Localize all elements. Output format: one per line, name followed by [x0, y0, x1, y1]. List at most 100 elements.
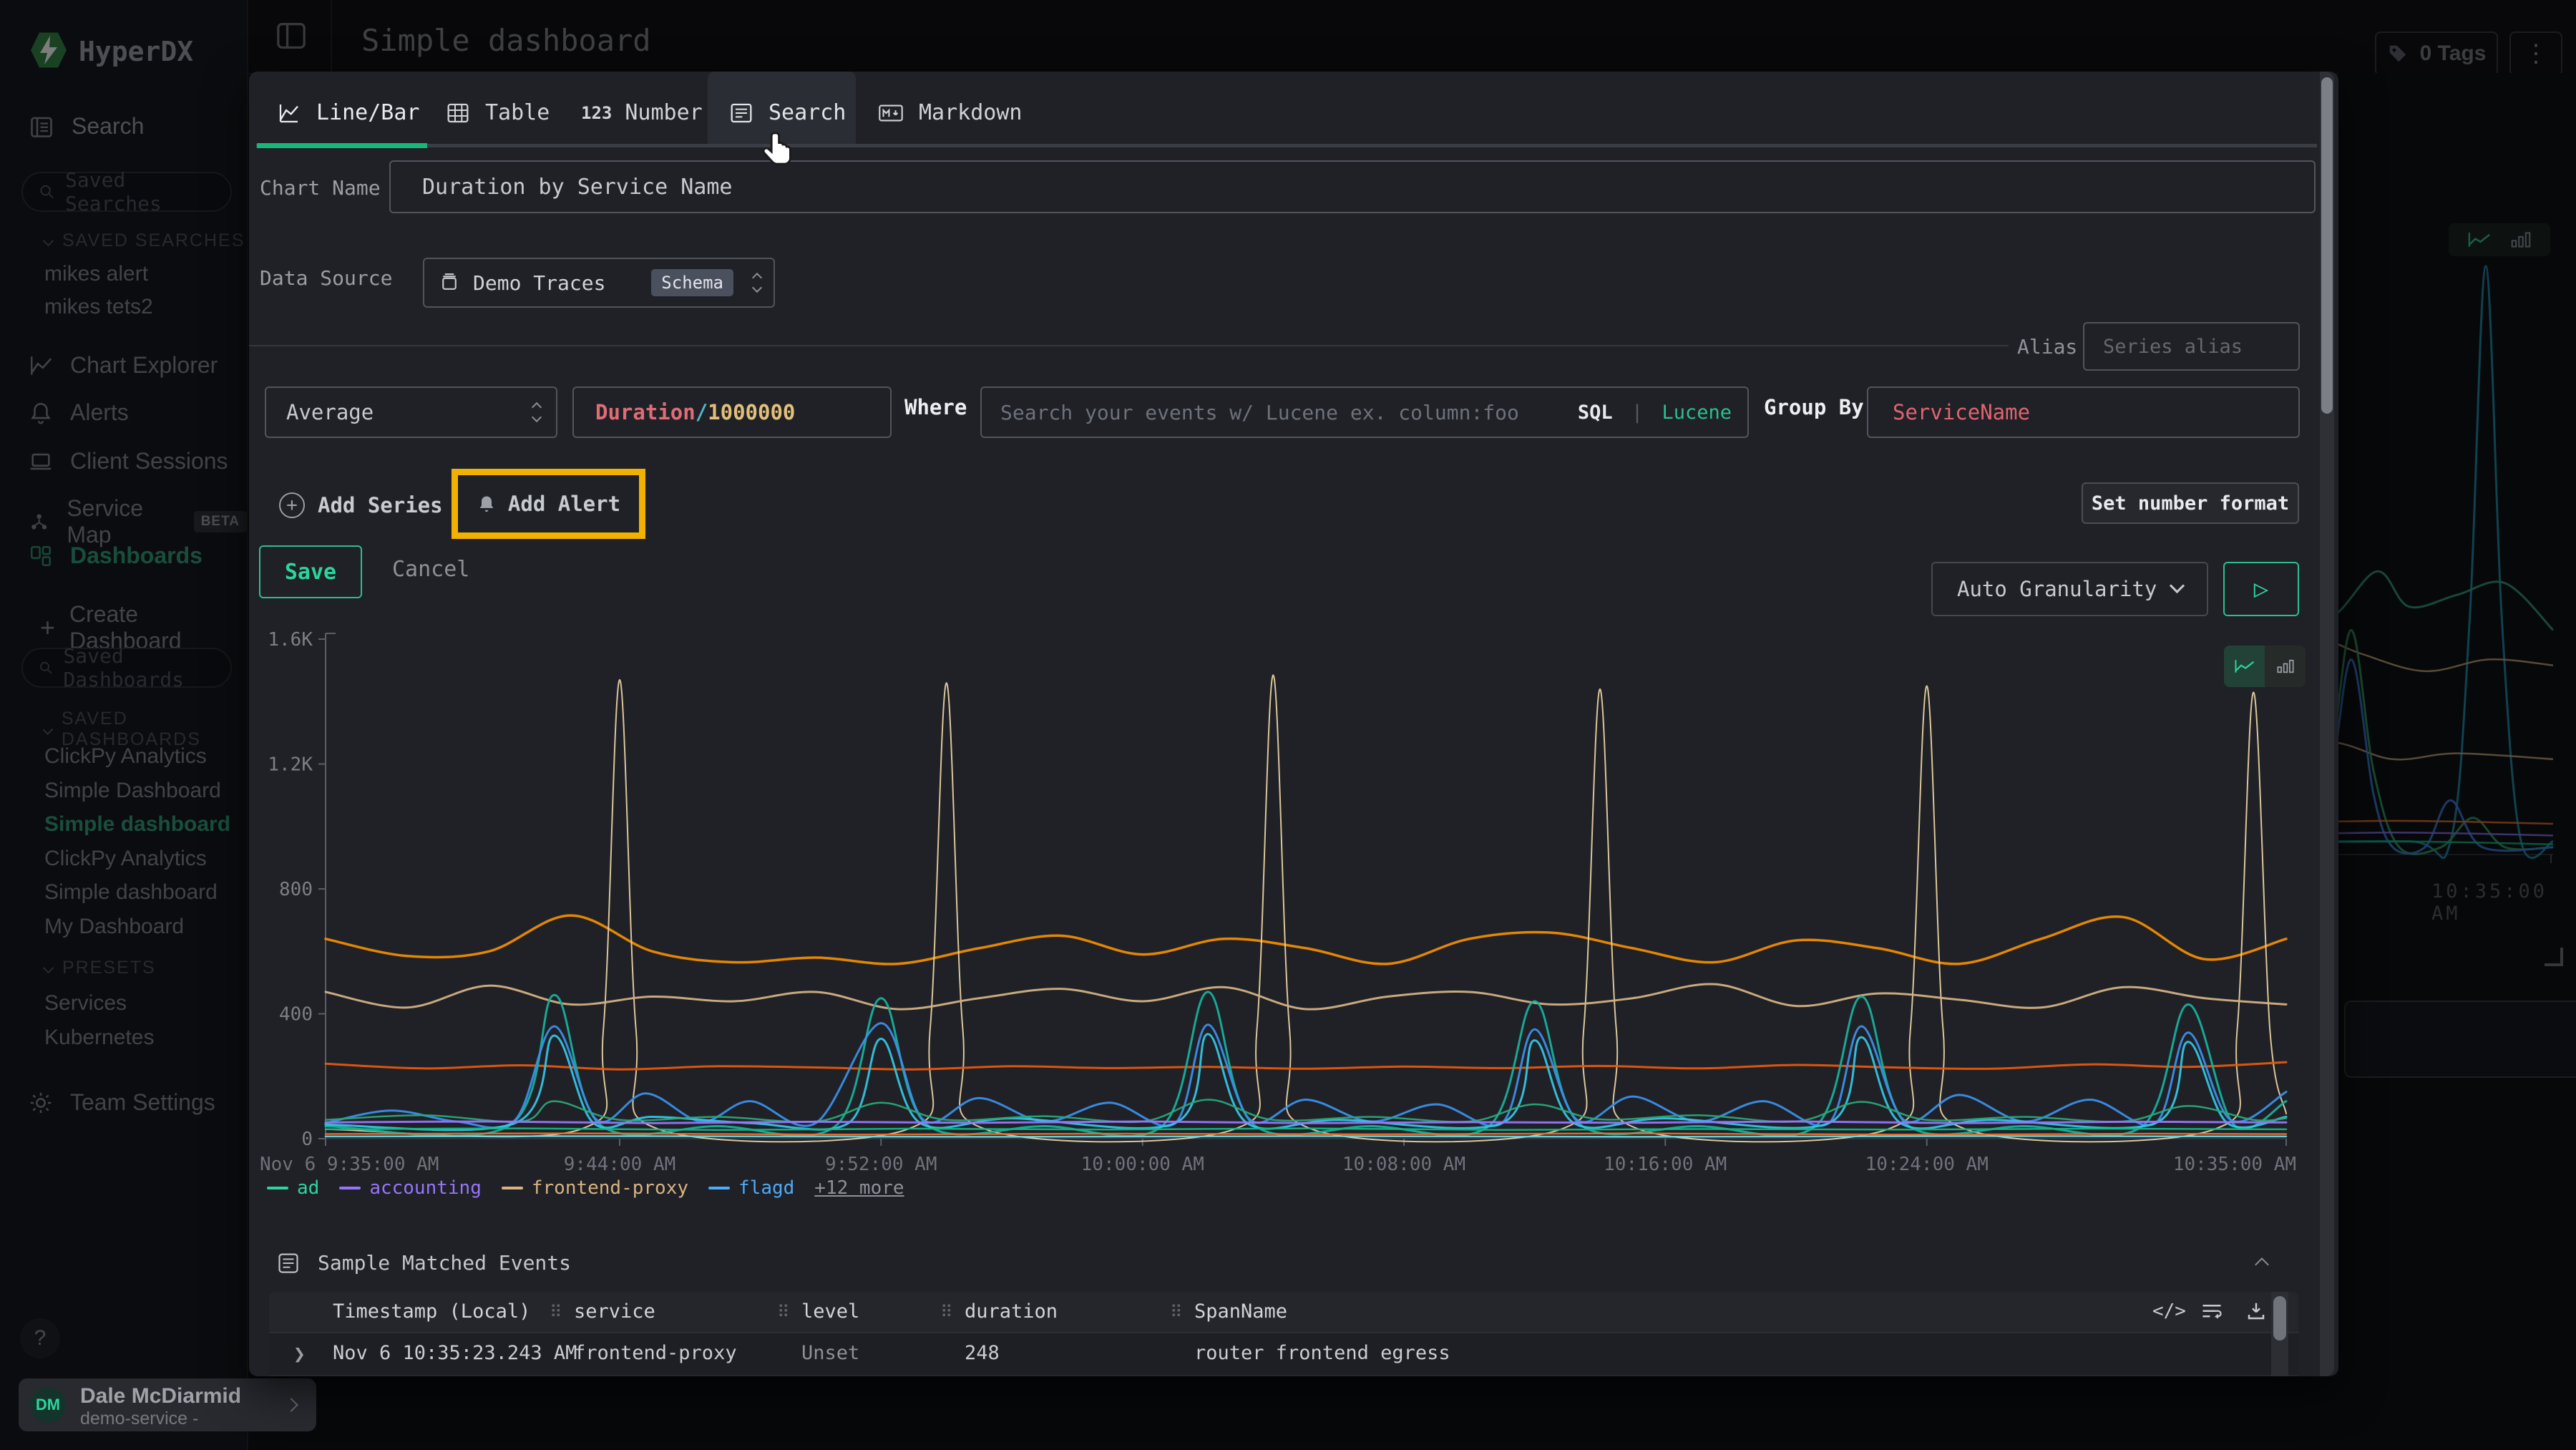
tabs-underline	[256, 144, 2317, 147]
column-drag-icon[interactable]: ⠿	[1170, 1302, 1183, 1322]
tab-table[interactable]: Table	[447, 100, 550, 125]
select-updown-icon	[753, 274, 761, 291]
chevron-down-icon	[2170, 578, 2185, 593]
metric-expression-input[interactable]: Duration/1000000	[572, 386, 892, 438]
chart-legend: ad accounting frontend-proxy flagd +12 more	[267, 1177, 904, 1199]
events-table: Timestamp (Local) ⠿ service ⠿ level ⠿ duration…	[269, 1292, 2298, 1376]
granularity-select[interactable]: Auto Granularity	[1931, 562, 2208, 616]
table-row[interactable]: ❯ Nov 6 10:35:23.243 AMfrontend-proxy Unse…	[269, 1332, 2298, 1375]
user-org: demo-service -	[80, 1408, 198, 1429]
chart-name-input[interactable]: Duration by Service Name	[389, 160, 2316, 213]
sql-toggle[interactable]: SQL	[1578, 402, 1613, 424]
select-updown-icon	[533, 404, 540, 421]
modal-scrollbar-thumb[interactable]	[2321, 77, 2333, 414]
data-source-select[interactable]: Demo Traces Schema	[423, 258, 775, 308]
plus-circle-icon: +	[279, 492, 305, 518]
database-icon	[439, 272, 460, 293]
view-code-icon[interactable]: </>	[2152, 1300, 2186, 1322]
chart-name-label: Chart Name	[260, 176, 381, 200]
section-divider	[249, 345, 2009, 346]
svg-text:10:00:00 AM: 10:00:00 AM	[1081, 1154, 1204, 1175]
legend-dash	[708, 1187, 730, 1189]
events-title: Sample Matched Events	[318, 1251, 571, 1275]
add-alert-label: Add Alert	[508, 492, 620, 516]
events-table-header: Timestamp (Local) ⠿ service ⠿ level ⠿ duration…	[269, 1292, 2298, 1332]
cancel-button[interactable]: Cancel	[392, 557, 469, 582]
alias-placeholder: Series alias	[2103, 336, 2243, 358]
column-header[interactable]: Timestamp (Local)	[333, 1300, 530, 1323]
legend-label: flagd	[738, 1177, 794, 1199]
alias-input[interactable]: Series alias	[2083, 322, 2300, 371]
table-cell: Unset	[801, 1342, 859, 1364]
events-scrollbar-thumb[interactable]	[2273, 1296, 2286, 1340]
user-card[interactable]: DM Dale McDiarmid demo-service -	[19, 1378, 316, 1431]
metric-field: Duration	[595, 400, 696, 424]
svg-text:9:44:00 AM: 9:44:00 AM	[564, 1154, 676, 1175]
add-series-button[interactable]: + Add Series	[279, 492, 443, 518]
column-header[interactable]: duration	[965, 1300, 1058, 1323]
table-cell: 248	[965, 1342, 1000, 1364]
add-alert-highlight-box[interactable]: Add Alert	[452, 469, 645, 539]
group-by-label: Group By	[1764, 395, 1864, 419]
user-name: Dale McDiarmid	[80, 1384, 241, 1408]
set-number-format-label: Set number format	[2092, 492, 2289, 515]
add-series-label: Add Series	[318, 493, 443, 517]
svg-text:0: 0	[301, 1129, 313, 1150]
legend-label: accounting	[369, 1177, 482, 1199]
legend-item[interactable]: flagd	[708, 1177, 794, 1199]
download-icon[interactable]	[2245, 1300, 2267, 1322]
events-section-header[interactable]: Sample Matched Events	[278, 1251, 571, 1275]
aggregation-select[interactable]: Average	[265, 386, 557, 438]
collapse-section-icon[interactable]	[2255, 1257, 2269, 1272]
column-header[interactable]: level	[801, 1300, 859, 1323]
chevron-right-icon	[284, 1398, 298, 1412]
run-chart-button[interactable]: ▷	[2223, 562, 2299, 616]
chart-name-value: Duration by Service Name	[422, 175, 732, 200]
avatar-initials: DM	[36, 1396, 60, 1414]
legend-label: ad	[297, 1177, 319, 1199]
svg-text:10:35:00 AM: 10:35:00 AM	[2173, 1154, 2296, 1175]
legend-label: frontend-proxy	[532, 1177, 688, 1199]
legend-item[interactable]: ad	[267, 1177, 319, 1199]
tab-label: Table	[485, 100, 550, 125]
svg-text:400: 400	[279, 1004, 313, 1026]
table-cell: frontend-proxy	[574, 1342, 737, 1364]
line-chart-icon	[278, 102, 301, 124]
where-input[interactable]: Search your events w/ Lucene ex. column:…	[980, 386, 1749, 438]
duration-chart-canvas[interactable]: 04008001.2K1.6KNov 6 9:35:00 AM9:44:00 A…	[249, 630, 2310, 1181]
set-number-format-button[interactable]: Set number format	[2082, 482, 2299, 524]
wrap-lines-icon[interactable]	[2201, 1302, 2223, 1322]
column-drag-icon[interactable]: ⠿	[940, 1302, 953, 1322]
tab-line-bar[interactable]: Line/Bar	[278, 100, 420, 125]
pipe-divider: |	[1631, 402, 1643, 424]
save-button[interactable]: Save	[259, 545, 362, 598]
lucene-toggle[interactable]: Lucene	[1662, 402, 1732, 424]
svg-text:9:52:00 AM: 9:52:00 AM	[825, 1154, 937, 1175]
tab-search[interactable]: Search	[730, 100, 846, 125]
data-source-label: Data Source	[260, 266, 392, 290]
tab-number[interactable]: 123 Number	[581, 100, 703, 125]
legend-dash	[267, 1187, 288, 1189]
tab-label: Number	[625, 100, 702, 125]
svg-text:1.6K: 1.6K	[268, 630, 313, 651]
group-by-input[interactable]: ServiceName	[1867, 386, 2300, 438]
number-123-icon: 123	[581, 103, 612, 123]
column-header[interactable]: service	[574, 1300, 655, 1323]
tab-markdown[interactable]: Markdown	[879, 100, 1023, 125]
mouse-cursor	[760, 130, 797, 170]
column-header[interactable]: SpanName	[1194, 1300, 1287, 1323]
svg-text:800: 800	[279, 879, 313, 900]
row-expand-icon[interactable]: ❯	[293, 1342, 306, 1366]
column-drag-icon[interactable]: ⠿	[550, 1302, 562, 1322]
svg-text:10:24:00 AM: 10:24:00 AM	[1865, 1154, 1989, 1175]
legend-more-link[interactable]: +12 more	[814, 1177, 904, 1199]
legend-item[interactable]: frontend-proxy	[502, 1177, 688, 1199]
table-cell: Nov 6 10:35:23.243 AM	[333, 1342, 577, 1364]
data-source-value: Demo Traces	[473, 271, 605, 295]
play-icon: ▷	[2254, 575, 2268, 603]
column-drag-icon[interactable]: ⠿	[777, 1302, 790, 1322]
search-list-icon	[730, 102, 753, 124]
table-row[interactable]: ❯Nov 6 10:35:23.243 AMfrontend-proxyUnse…	[269, 1375, 2298, 1376]
where-placeholder: Search your events w/ Lucene ex. column:…	[1000, 401, 1519, 424]
legend-item[interactable]: accounting	[339, 1177, 482, 1199]
